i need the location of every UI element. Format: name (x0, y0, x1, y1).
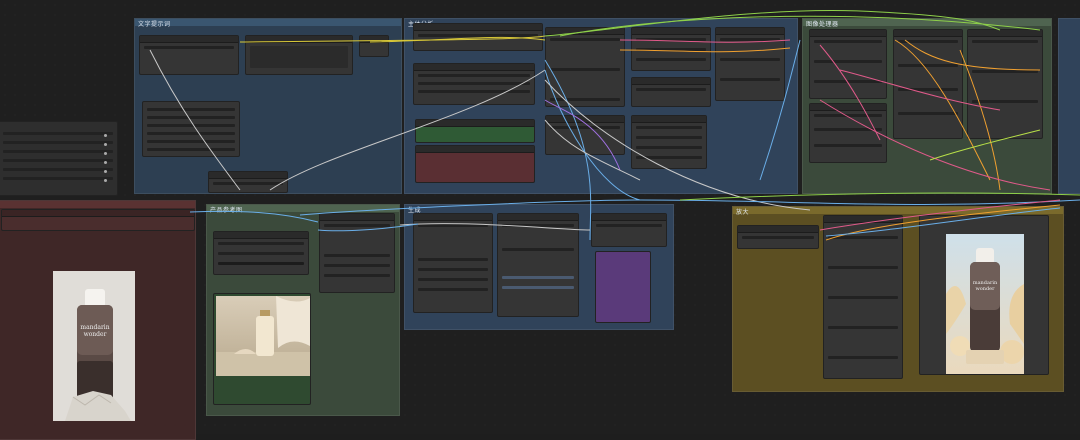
node-up-output[interactable]: mandarin wonder (919, 215, 1049, 375)
toggle-dot[interactable] (104, 179, 107, 182)
settings-panel-node[interactable] (0, 121, 118, 196)
group-title: 放大 (736, 209, 750, 216)
node-p1[interactable] (809, 29, 887, 99)
node-ref-b[interactable] (319, 213, 395, 293)
group-right-edge[interactable] (1058, 18, 1080, 194)
node-gen-c[interactable] (591, 213, 667, 247)
brand-line-1: mandarin (80, 324, 109, 331)
node-p2[interactable] (809, 103, 887, 163)
group-source-image[interactable]: mandarin wonder (0, 200, 196, 440)
node-g[interactable] (631, 115, 707, 169)
node-b[interactable] (413, 63, 535, 105)
group-product-reference[interactable]: 产品参考图 (206, 204, 400, 416)
toggle-dot[interactable] (104, 170, 107, 173)
panel-row[interactable] (3, 168, 113, 171)
toggle-dot[interactable] (104, 134, 107, 137)
reference-scene-image (216, 296, 310, 376)
panel-row[interactable] (3, 159, 113, 162)
node-p3[interactable] (893, 29, 963, 139)
node-ref-image[interactable] (213, 293, 311, 405)
group-image-processor[interactable]: 图像处理器 (802, 18, 1052, 194)
group-title: 产品参考图 (210, 207, 243, 214)
node-load-image[interactable] (1, 209, 195, 231)
node-gen-b[interactable] (497, 213, 579, 317)
group-title: 图像处理器 (806, 21, 839, 28)
group-subject-analysis[interactable]: 主体分析 (404, 18, 798, 194)
panel-row[interactable] (3, 132, 113, 135)
node-text[interactable] (245, 35, 353, 75)
node-small[interactable] (359, 35, 389, 57)
brand-line-2: wonder (975, 286, 995, 292)
node-negative[interactable] (415, 145, 535, 183)
node-positive[interactable] (415, 119, 535, 143)
node-ref-a[interactable] (213, 231, 309, 275)
node-h[interactable] (715, 27, 785, 101)
toggle-dot[interactable] (104, 143, 107, 146)
node-d[interactable] (545, 115, 625, 155)
node-f[interactable] (631, 77, 711, 107)
node-e[interactable] (631, 27, 711, 71)
group-upscale[interactable]: 放大 mandarin wonder (732, 206, 1064, 392)
node-p4[interactable] (967, 29, 1043, 139)
node-c[interactable] (545, 27, 625, 107)
final-product-image: mandarin wonder (946, 234, 1024, 374)
node-canvas[interactable]: 文字提示词 主体分析 图像处理器 (0, 0, 1080, 440)
brand-line-2: wonder (84, 331, 107, 338)
node-prompt-list[interactable] (142, 101, 240, 157)
node-loader[interactable] (139, 35, 239, 75)
group-generate[interactable]: 生成 (404, 204, 674, 330)
group-title: 文字提示词 (138, 21, 171, 28)
toggle-dot[interactable] (104, 152, 107, 155)
panel-row[interactable] (3, 150, 113, 153)
node-gen-a[interactable] (413, 213, 493, 313)
source-product-image: mandarin wonder (53, 271, 135, 421)
node-a[interactable] (413, 23, 543, 51)
node-gen-preview[interactable] (595, 251, 651, 323)
node-up-b[interactable] (823, 215, 903, 379)
node-up-a[interactable] (737, 225, 819, 249)
panel-row[interactable] (3, 177, 113, 180)
group-text-prompt[interactable]: 文字提示词 (134, 18, 402, 194)
panel-row[interactable] (3, 141, 113, 144)
toggle-dot[interactable] (104, 161, 107, 164)
node-bottom[interactable] (208, 171, 288, 193)
